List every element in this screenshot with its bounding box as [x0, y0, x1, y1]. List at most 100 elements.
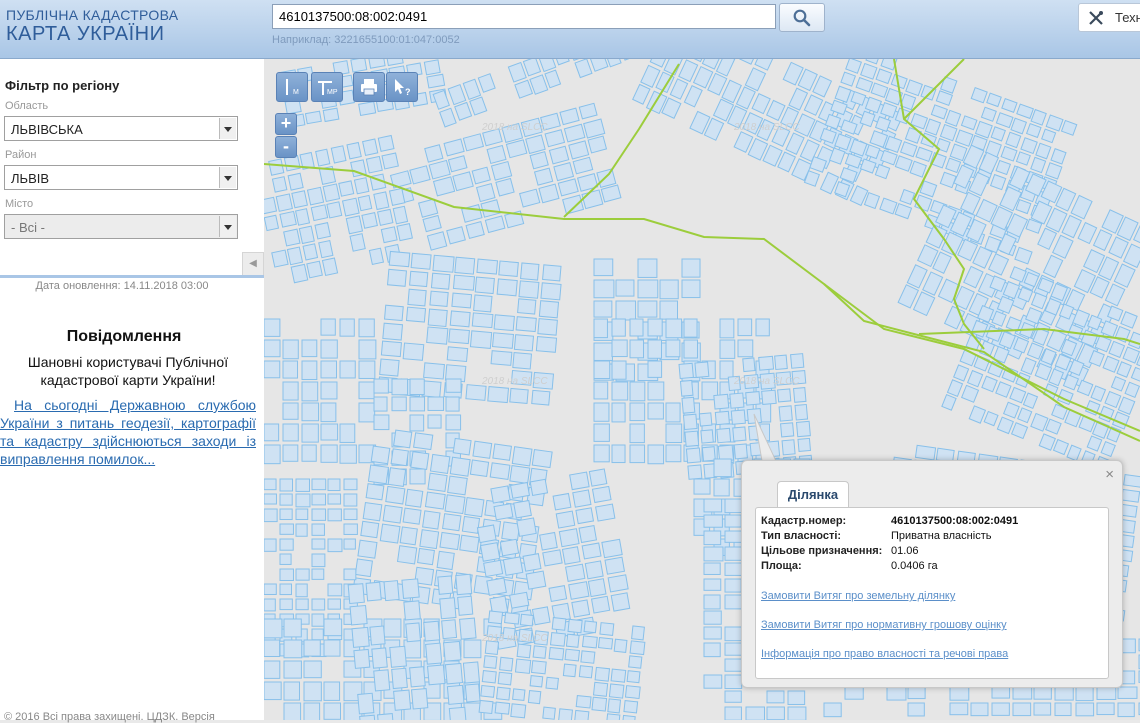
land-parcel[interactable]	[611, 381, 629, 401]
land-parcel[interactable]	[361, 212, 378, 229]
land-parcel[interactable]	[447, 155, 468, 173]
land-parcel[interactable]	[373, 669, 391, 692]
land-parcel[interactable]	[417, 547, 435, 566]
land-parcel[interactable]	[306, 260, 323, 279]
land-parcel[interactable]	[492, 443, 513, 461]
land-parcel[interactable]	[548, 145, 570, 165]
land-parcel[interactable]	[922, 271, 944, 296]
land-parcel[interactable]	[423, 620, 441, 642]
land-parcel[interactable]	[422, 510, 441, 530]
land-parcel[interactable]	[264, 214, 280, 232]
land-parcel[interactable]	[915, 146, 933, 163]
land-parcel[interactable]	[320, 360, 338, 379]
land-parcel[interactable]	[703, 514, 723, 528]
land-parcel[interactable]	[1022, 392, 1039, 409]
land-parcel[interactable]	[1054, 686, 1074, 701]
land-parcel[interactable]	[607, 574, 629, 593]
land-parcel[interactable]	[264, 318, 281, 337]
land-parcel[interactable]	[301, 423, 319, 443]
land-parcel[interactable]	[493, 314, 515, 332]
land-parcel[interactable]	[426, 231, 448, 251]
land-parcel[interactable]	[724, 530, 743, 543]
land-parcel[interactable]	[327, 478, 341, 492]
land-parcel[interactable]	[472, 440, 493, 459]
land-parcel[interactable]	[899, 188, 916, 205]
land-parcel[interactable]	[469, 330, 493, 349]
land-parcel[interactable]	[724, 690, 742, 703]
land-parcel[interactable]	[1123, 473, 1140, 488]
land-parcel[interactable]	[1020, 357, 1037, 375]
land-parcel[interactable]	[552, 492, 572, 511]
land-parcel[interactable]	[402, 507, 422, 525]
land-parcel[interactable]	[629, 402, 646, 422]
land-parcel[interactable]	[343, 508, 358, 521]
land-parcel[interactable]	[737, 318, 753, 337]
land-parcel[interactable]	[1102, 355, 1120, 373]
land-parcel[interactable]	[275, 193, 293, 212]
land-parcel[interactable]	[371, 647, 388, 669]
land-parcel[interactable]	[264, 339, 281, 358]
land-parcel[interactable]	[990, 126, 1006, 142]
land-parcel[interactable]	[462, 133, 485, 152]
land-parcel[interactable]	[311, 628, 324, 641]
land-parcel[interactable]	[593, 402, 610, 422]
land-parcel[interactable]	[279, 493, 293, 506]
land-parcel[interactable]	[581, 635, 598, 649]
land-parcel[interactable]	[445, 414, 462, 431]
land-parcel[interactable]	[1108, 340, 1126, 359]
land-parcel[interactable]	[442, 513, 462, 532]
land-parcel[interactable]	[279, 583, 293, 596]
land-parcel[interactable]	[1116, 361, 1132, 378]
land-parcel[interactable]	[291, 190, 308, 209]
land-parcel[interactable]	[318, 239, 334, 259]
land-parcel[interactable]	[418, 198, 439, 218]
land-parcel[interactable]	[1048, 368, 1065, 387]
land-parcel[interactable]	[410, 252, 432, 270]
land-parcel[interactable]	[1005, 131, 1022, 149]
land-parcel[interactable]	[745, 391, 761, 406]
land-parcel[interactable]	[376, 208, 394, 226]
tech-button[interactable]: Техн	[1078, 3, 1140, 32]
land-parcel[interactable]	[615, 279, 635, 297]
land-parcel[interactable]	[863, 191, 881, 210]
land-parcel[interactable]	[264, 360, 281, 379]
order-valuation-link[interactable]: Замовити Витяг про нормативну грошову оц…	[761, 619, 1007, 631]
land-parcel[interactable]	[703, 674, 723, 689]
land-parcel[interactable]	[496, 278, 518, 297]
land-parcel[interactable]	[279, 210, 297, 228]
land-parcel[interactable]	[476, 258, 499, 275]
land-parcel[interactable]	[912, 291, 936, 317]
land-parcel[interactable]	[407, 288, 427, 307]
land-parcel[interactable]	[766, 706, 785, 720]
land-parcel[interactable]	[409, 468, 426, 485]
land-parcel[interactable]	[283, 639, 303, 659]
order-extract-link[interactable]: Замовити Витяг про земельну ділянку	[761, 590, 955, 602]
land-parcel[interactable]	[944, 109, 962, 127]
land-parcel[interactable]	[647, 402, 664, 420]
land-parcel[interactable]	[1066, 444, 1082, 462]
land-parcel[interactable]	[593, 318, 608, 339]
ownership-info-link[interactable]: Інформація про право власності та речові…	[761, 648, 1008, 660]
land-parcel[interactable]	[567, 618, 583, 634]
land-parcel[interactable]	[518, 188, 541, 208]
land-parcel[interactable]	[611, 444, 626, 464]
land-parcel[interactable]	[459, 617, 477, 640]
land-parcel[interactable]	[751, 93, 771, 115]
land-parcel[interactable]	[473, 294, 493, 313]
land-parcel[interactable]	[1045, 162, 1063, 180]
land-parcel[interactable]	[729, 392, 745, 409]
land-parcel[interactable]	[593, 381, 609, 400]
land-parcel[interactable]	[584, 560, 604, 580]
land-parcel[interactable]	[619, 59, 638, 61]
land-parcel[interactable]	[733, 443, 748, 460]
land-parcel[interactable]	[323, 702, 342, 720]
land-parcel[interactable]	[303, 639, 321, 657]
land-parcel[interactable]	[264, 478, 277, 491]
land-parcel[interactable]	[519, 613, 534, 627]
land-parcel[interactable]	[509, 387, 529, 404]
land-parcel[interactable]	[357, 194, 373, 212]
land-parcel[interactable]	[516, 643, 532, 659]
notice-link[interactable]: На сьогодні Державною службою України з …	[0, 396, 256, 468]
land-parcel[interactable]	[382, 504, 403, 524]
land-parcel[interactable]	[703, 546, 724, 562]
